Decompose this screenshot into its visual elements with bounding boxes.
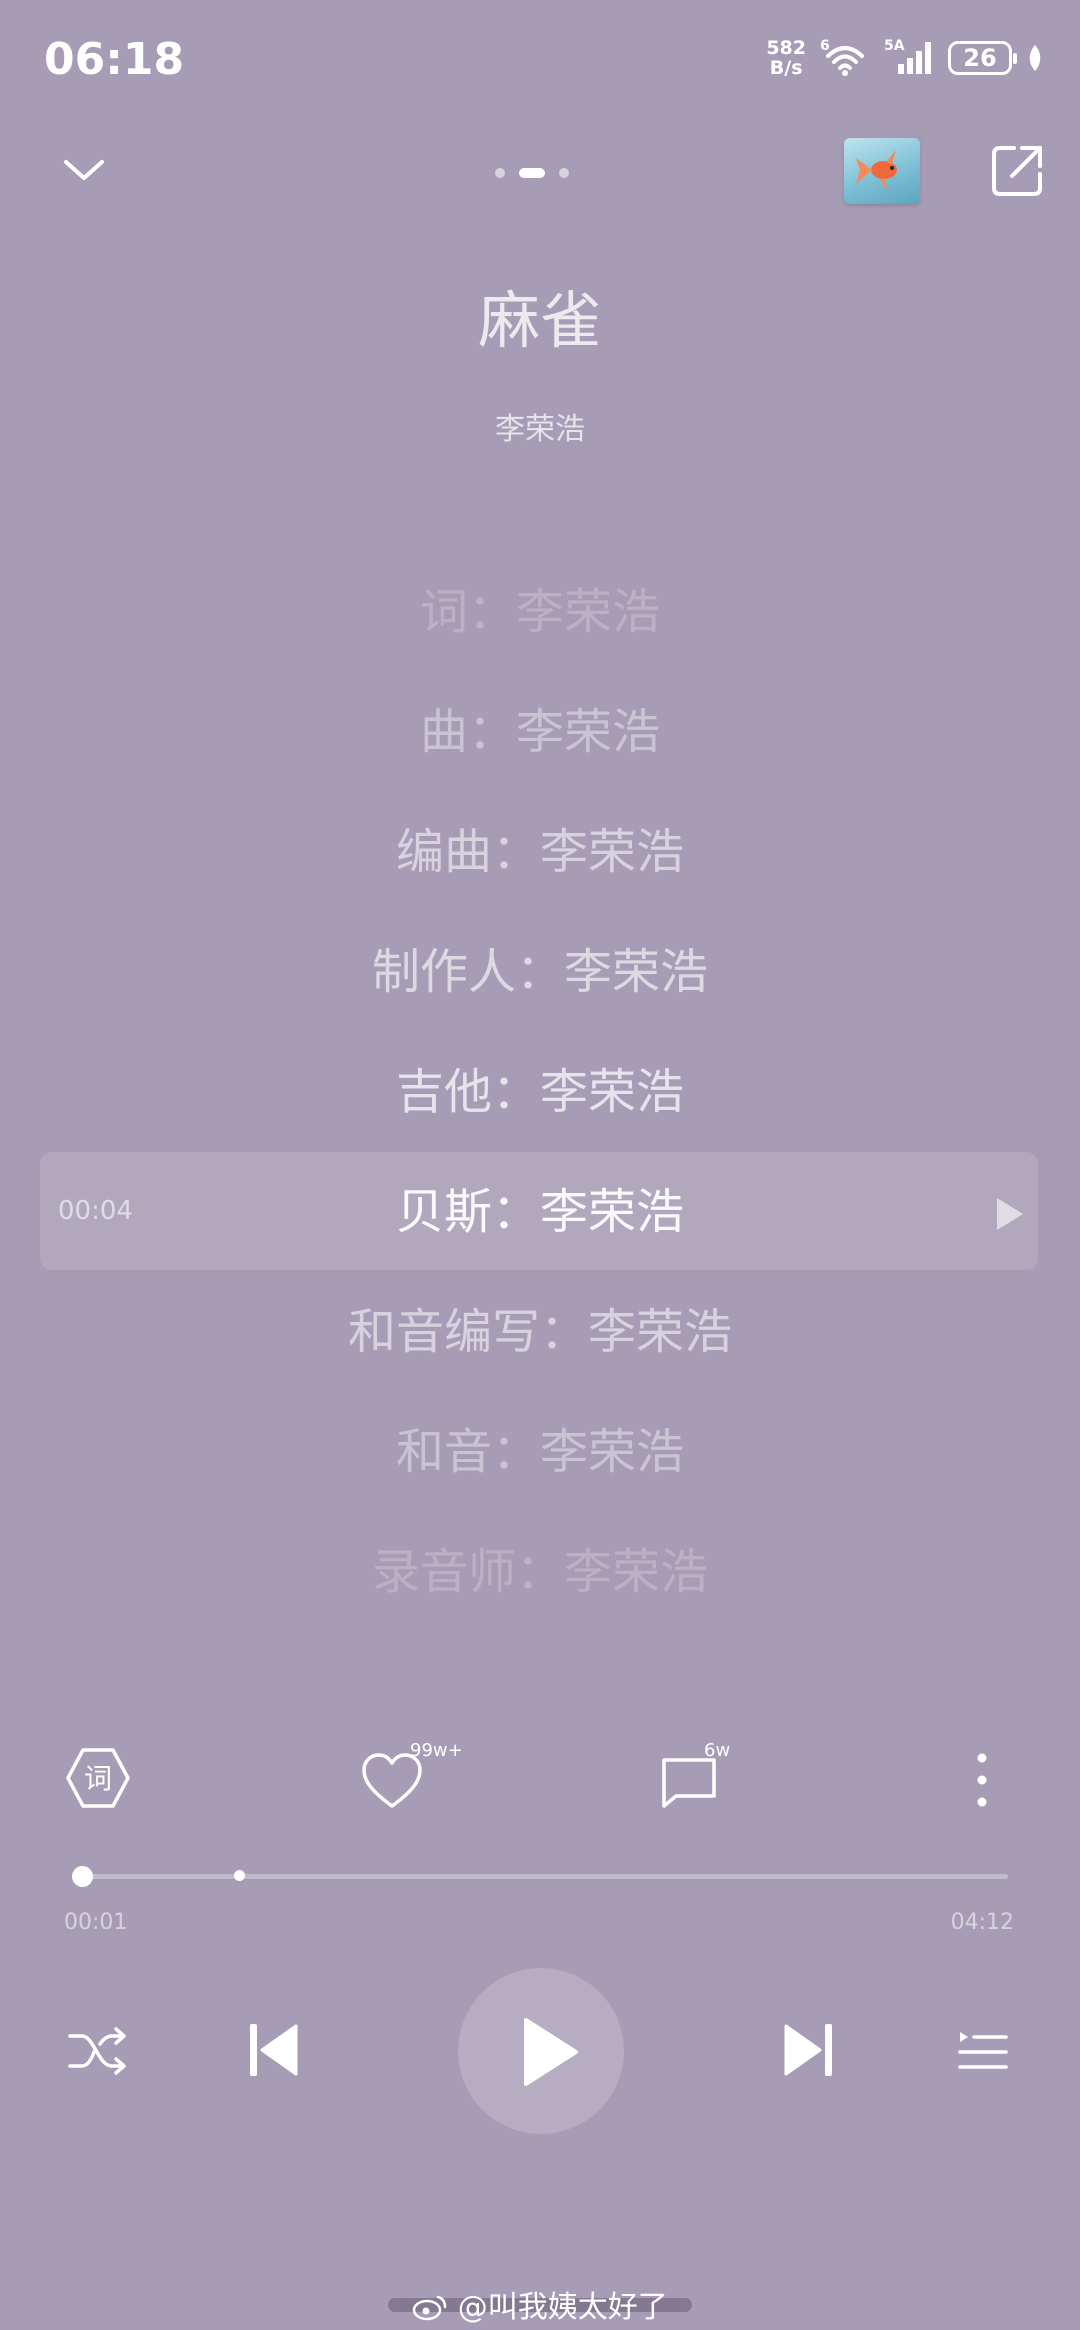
lyric-line[interactable]: 和音：李荣浩 xyxy=(0,1422,1080,1482)
comment-count: 6w xyxy=(704,1740,731,1761)
signal-icon: 5A xyxy=(884,38,931,74)
leaf-icon xyxy=(1029,45,1041,71)
more-options-icon[interactable] xyxy=(972,1750,992,1810)
action-row: 词 99w+ 6w xyxy=(0,1740,1080,1820)
playlist-queue-icon[interactable] xyxy=(956,2026,1010,2076)
net-speed: 582 B/s xyxy=(766,38,806,78)
like-count: 99w+ xyxy=(410,1740,463,1761)
signal-label: 5A xyxy=(884,38,905,54)
next-track-icon[interactable] xyxy=(780,2020,836,2080)
progress-thumb[interactable] xyxy=(71,1866,93,1887)
previous-track-icon[interactable] xyxy=(246,2020,302,2080)
progress-buffer-marker xyxy=(233,1870,245,1881)
battery-level: 26 xyxy=(963,44,997,72)
collapse-chevron-down-icon[interactable] xyxy=(60,152,108,188)
status-time: 06:18 xyxy=(44,34,185,85)
battery-indicator: 26 xyxy=(948,41,1017,75)
wifi-icon: 6 xyxy=(820,38,864,76)
lyrics-toggle-label: 词 xyxy=(84,1762,112,1795)
shuffle-icon[interactable] xyxy=(66,2024,130,2078)
lyric-line-current[interactable]: 贝斯：李荣浩 xyxy=(0,1182,1080,1242)
album-cover-thumbnail[interactable] xyxy=(844,138,920,204)
lyric-line[interactable]: 词：李荣浩 xyxy=(0,582,1080,642)
net-speed-unit: B/s xyxy=(769,57,803,79)
page-dot-active[interactable] xyxy=(519,168,545,178)
lyrics-toggle-icon[interactable]: 词 xyxy=(64,1744,132,1812)
share-icon[interactable] xyxy=(988,140,1048,200)
lyric-line[interactable]: 曲：李荣浩 xyxy=(0,702,1080,762)
watermark-text: @叫我姨太好了 xyxy=(457,2290,668,2325)
time-elapsed: 00:01 xyxy=(64,1910,128,1935)
progress-bar[interactable] xyxy=(78,1874,1008,1879)
page-dot[interactable] xyxy=(559,168,569,178)
status-bar: 06:18 582 B/s 6 5A 26 xyxy=(0,0,1080,130)
lyric-line[interactable]: 录音师：李荣浩 xyxy=(0,1542,1080,1602)
weibo-logo-icon xyxy=(412,2295,447,2321)
lyric-line[interactable]: 和音编写：李荣浩 xyxy=(0,1302,1080,1362)
time-total: 04:12 xyxy=(950,1910,1014,1935)
page-indicator[interactable] xyxy=(495,168,569,178)
status-icons: 582 B/s 6 5A 26 xyxy=(766,38,1044,78)
lyric-line[interactable]: 制作人：李荣浩 xyxy=(0,942,1080,1002)
watermark: @叫我姨太好了 xyxy=(0,2282,1080,2326)
comment-icon[interactable] xyxy=(658,1754,720,1810)
wifi-label: 6 xyxy=(820,38,830,54)
playback-controls xyxy=(0,1968,1080,2138)
lyric-line[interactable]: 编曲：李荣浩 xyxy=(0,822,1080,882)
lyric-line[interactable]: 吉他：李荣浩 xyxy=(0,1062,1080,1122)
song-artist[interactable]: 李荣浩 xyxy=(0,404,1080,448)
play-icon xyxy=(524,2018,578,2086)
page-dot[interactable] xyxy=(495,168,505,178)
net-speed-value: 582 xyxy=(766,37,806,59)
goldfish-icon xyxy=(856,150,897,192)
song-title: 麻雀 xyxy=(477,284,602,357)
play-button[interactable] xyxy=(458,1968,624,2134)
player-top-nav xyxy=(0,130,1080,240)
